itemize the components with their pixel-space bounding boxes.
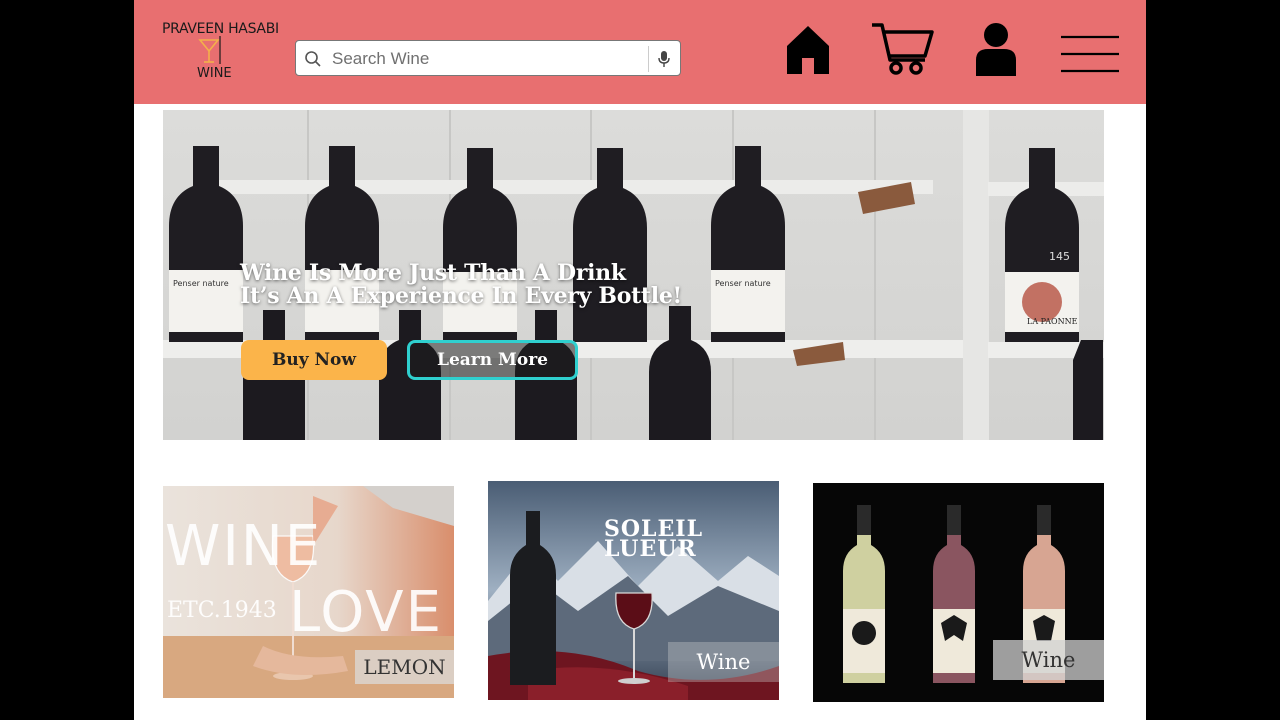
search-bar (295, 40, 681, 76)
microphone-icon[interactable] (657, 50, 671, 68)
search-divider (648, 46, 649, 72)
product-card-lemon[interactable]: WINE LOVE ETC.1943 LEMON (163, 486, 454, 698)
card-brand-line2: LUEUR (604, 536, 697, 562)
svg-text:Penser nature: Penser nature (715, 279, 771, 288)
search-input[interactable] (332, 47, 642, 71)
cart-icon[interactable] (870, 22, 934, 78)
svg-text:145: 145 (1049, 250, 1070, 263)
hero-headline-line1: Wine Is More Just Than A Drink (240, 260, 626, 286)
hero-headline: Wine Is More Just Than A Drink It’s An A… (240, 262, 682, 308)
hamburger-menu-icon[interactable] (1060, 34, 1120, 74)
home-icon[interactable] (786, 24, 830, 76)
user-account-icon[interactable] (974, 22, 1018, 76)
page: PRAVEEN HASABI WINE Search Wine Penser n… (134, 0, 1146, 720)
header: PRAVEEN HASABI WINE (134, 0, 1146, 104)
hero-headline-line2: It’s An A Experience In Every Bottle! (240, 283, 682, 309)
search-icon[interactable] (304, 50, 322, 68)
logo-title: PRAVEEN HASABI (162, 21, 279, 37)
card-tag-lemon: LEMON (355, 650, 454, 684)
logo-subtitle: WINE (197, 66, 232, 81)
card-brand-text: SOLEIL LUEUR (604, 518, 703, 562)
cocktail-glass-icon (198, 36, 221, 64)
logo[interactable]: PRAVEEN HASABI WINE (160, 20, 279, 84)
product-card-wine-1[interactable]: SOLEIL LUEUR Wine (488, 481, 779, 700)
product-card-wine-2[interactable]: Wine (813, 483, 1104, 702)
card-tag-wine: Wine (993, 640, 1104, 680)
hero-banner: Penser nature Penser nature LA PAONNE 14… (163, 110, 1104, 440)
svg-text:LA PAONNE: LA PAONNE (1027, 317, 1078, 326)
buy-now-button[interactable]: Buy Now (241, 340, 387, 380)
card-overlay-text-2: LOVE (289, 580, 443, 645)
learn-more-button[interactable]: Learn More (407, 340, 578, 380)
card-tag-wine: Wine (668, 642, 779, 682)
card-established-text: ETC.1943 (167, 598, 277, 623)
card-overlay-text-1: WINE (165, 514, 323, 579)
svg-text:Penser nature: Penser nature (173, 279, 229, 288)
